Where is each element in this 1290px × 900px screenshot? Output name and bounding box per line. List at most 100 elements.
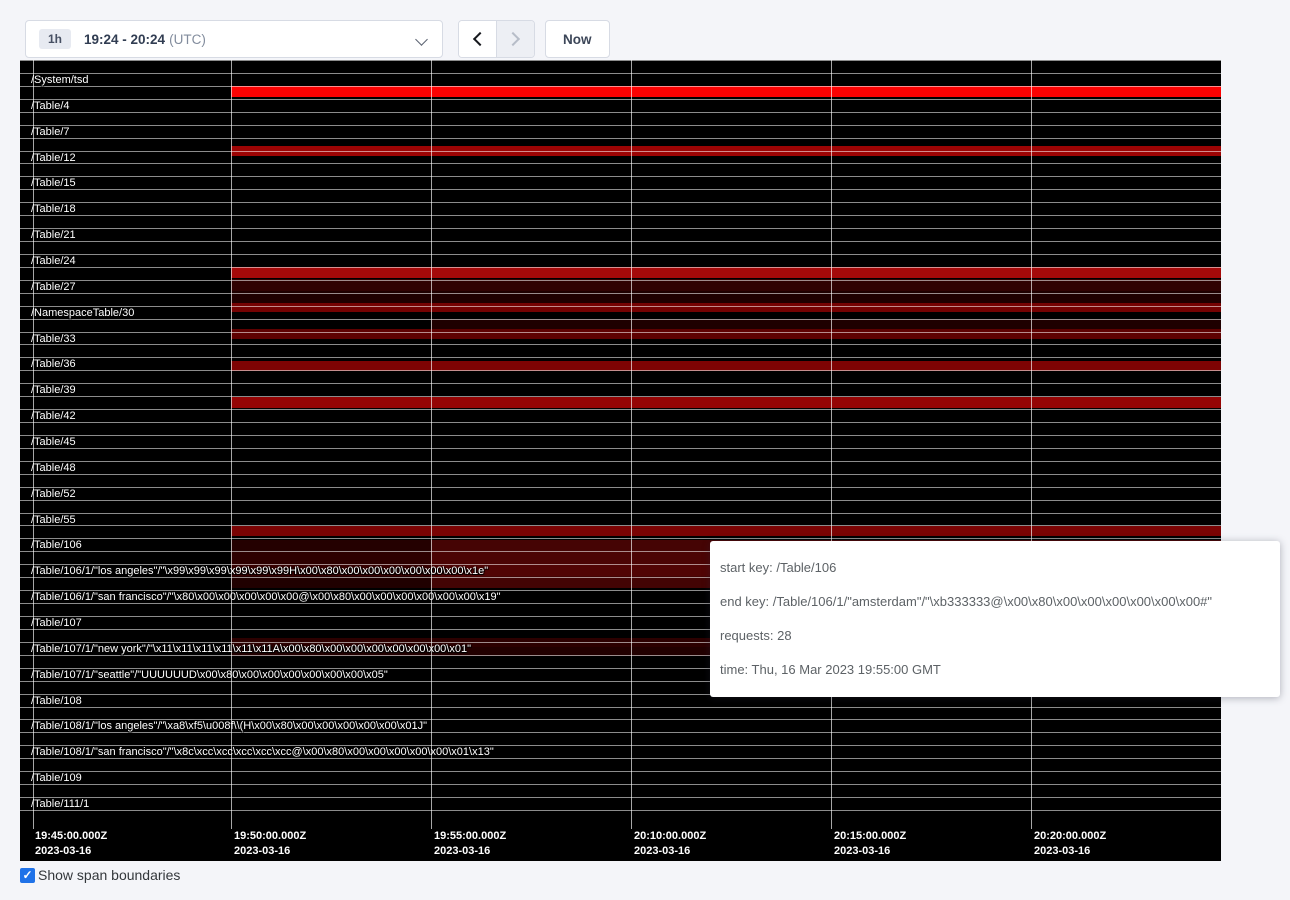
- time-nav-group: [458, 20, 535, 58]
- time-tick-label: 19:50:00.000Z2023-03-16: [234, 829, 306, 859]
- row-boundary-line: [20, 267, 1221, 268]
- row-boundary-line: [20, 293, 1221, 294]
- prev-time-button[interactable]: [459, 21, 496, 57]
- row-label: /Table/108/1/"san francisco"/"\x8c\xcc\x…: [31, 747, 494, 758]
- row-boundary-line: [20, 435, 1221, 436]
- key-visualizer: /System/tsd/Table/4/Table/7/Table/12/Tab…: [20, 60, 1221, 861]
- tooltip-line: time: Thu, 16 Mar 2023 19:55:00 GMT: [720, 653, 1270, 687]
- row-boundary-line: [20, 306, 1221, 307]
- row-label: /Table/52: [31, 489, 76, 500]
- chevron-down-icon: [415, 33, 428, 46]
- row-boundary-line: [20, 60, 1221, 61]
- tooltip: start key: /Table/106end key: /Table/106…: [710, 541, 1280, 697]
- row-boundary-line: [20, 176, 1221, 177]
- row-boundary-line: [20, 163, 1221, 164]
- row-label: /Table/109: [31, 773, 82, 784]
- time-axis: 19:45:00.000Z2023-03-16 19:50:00.000Z2023…: [20, 823, 1221, 861]
- row-label: /Table/21: [31, 230, 76, 241]
- row-boundary-line: [20, 461, 1221, 462]
- row-boundary-line: [20, 112, 1221, 113]
- row-label: /Table/39: [31, 385, 76, 396]
- row-label: /Table/48: [31, 463, 76, 474]
- row-label: /System/tsd: [31, 75, 88, 86]
- chevron-left-icon: [472, 32, 486, 46]
- time-gridline: [631, 60, 632, 829]
- row-boundary-line: [20, 525, 1221, 526]
- row-label: /Table/27: [31, 282, 76, 293]
- row-label: /Table/12: [31, 153, 76, 164]
- row-label: /Table/107/1/"new york"/"\x11\x11\x11\x1…: [31, 644, 471, 655]
- row-label: /Table/108: [31, 696, 82, 707]
- row-boundary-line: [20, 241, 1221, 242]
- row-boundary-line: [20, 202, 1221, 203]
- row-boundary-line: [20, 151, 1221, 152]
- row-boundary-line: [20, 707, 1221, 708]
- row-boundary-line: [20, 513, 1221, 514]
- row-label: /Table/111/1: [31, 799, 89, 810]
- span-band: [231, 303, 1221, 312]
- time-tick-label: 20:15:00.000Z2023-03-16: [834, 829, 906, 859]
- heatmap-plot[interactable]: /System/tsd/Table/4/Table/7/Table/12/Tab…: [20, 60, 1221, 823]
- row-boundary-line: [20, 422, 1221, 423]
- next-time-button[interactable]: [497, 21, 534, 57]
- show-span-boundaries-checkbox[interactable]: ✓: [20, 868, 35, 883]
- time-tick-label: 19:55:00.000Z2023-03-16: [434, 829, 506, 859]
- row-boundary-line: [20, 771, 1221, 772]
- time-gridline: [431, 60, 432, 829]
- time-gridline: [1031, 60, 1032, 829]
- row-boundary-line: [20, 370, 1221, 371]
- row-label: /Table/107: [31, 618, 82, 629]
- row-boundary-line: [20, 448, 1221, 449]
- row-label: /Table/108/1/"los angeles"/"\xa8\xf5\u00…: [31, 721, 427, 732]
- span-band: [431, 319, 1221, 329]
- time-tick-label: 20:20:00.000Z2023-03-16: [1034, 829, 1106, 859]
- show-span-boundaries-control[interactable]: ✓ Show span boundaries: [20, 867, 180, 883]
- time-range-select[interactable]: 1h 19:24 - 20:24 (UTC): [25, 20, 443, 58]
- time-gridline: [831, 60, 832, 829]
- time-tick-label: 19:45:00.000Z2023-03-16: [35, 829, 107, 859]
- span-band: [231, 267, 1221, 278]
- row-label: /Table/7: [31, 127, 70, 138]
- row-boundary-line: [20, 332, 1221, 333]
- row-boundary-line: [20, 228, 1221, 229]
- row-boundary-line: [20, 280, 1221, 281]
- row-label: /NamespaceTable/30: [31, 308, 134, 319]
- span-band: [231, 86, 1221, 97]
- row-label: /Table/45: [31, 437, 76, 448]
- row-label: /Table/36: [31, 359, 76, 370]
- time-tick-label: 20:10:00.000Z2023-03-16: [634, 829, 706, 859]
- now-button[interactable]: Now: [545, 20, 610, 58]
- row-label: /Table/106/1/"los angeles"/"\x99\x99\x99…: [31, 566, 488, 577]
- span-band: [231, 526, 1221, 536]
- row-boundary-line: [20, 538, 1221, 539]
- tooltip-line: requests: 28: [720, 619, 1270, 653]
- check-icon: ✓: [22, 869, 32, 881]
- row-boundary-line: [20, 125, 1221, 126]
- time-range-utc-label: (UTC): [169, 32, 206, 47]
- row-boundary-line: [20, 383, 1221, 384]
- row-boundary-line: [20, 784, 1221, 785]
- row-boundary-line: [20, 319, 1221, 320]
- row-label: /Table/4: [31, 101, 70, 112]
- row-boundary-line: [20, 409, 1221, 410]
- toolbar: 1h 19:24 - 20:24 (UTC) Now: [0, 0, 1290, 60]
- time-range-badge: 1h: [39, 29, 71, 49]
- row-label: /Table/42: [31, 411, 76, 422]
- row-label: /Table/107/1/"seattle"/"UUUUUUD\x00\x80\…: [31, 670, 388, 681]
- row-label: /Table/24: [31, 256, 76, 267]
- row-boundary-line: [20, 797, 1221, 798]
- span-band: [231, 329, 1221, 339]
- time-gridline: [33, 60, 34, 829]
- row-boundary-line: [20, 357, 1221, 358]
- row-boundary-line: [20, 396, 1221, 397]
- tooltip-line: end key: /Table/106/1/"amsterdam"/"\xb33…: [720, 585, 1270, 619]
- span-band: [231, 397, 1221, 408]
- time-gridline: [231, 60, 232, 829]
- row-label: /Table/18: [31, 204, 76, 215]
- row-boundary-line: [20, 86, 1221, 87]
- row-label: /Table/55: [31, 515, 76, 526]
- checkbox-label: Show span boundaries: [38, 867, 180, 883]
- time-range-text: 19:24 - 20:24: [84, 32, 165, 47]
- chevron-right-icon: [506, 32, 520, 46]
- row-boundary-line: [20, 810, 1221, 811]
